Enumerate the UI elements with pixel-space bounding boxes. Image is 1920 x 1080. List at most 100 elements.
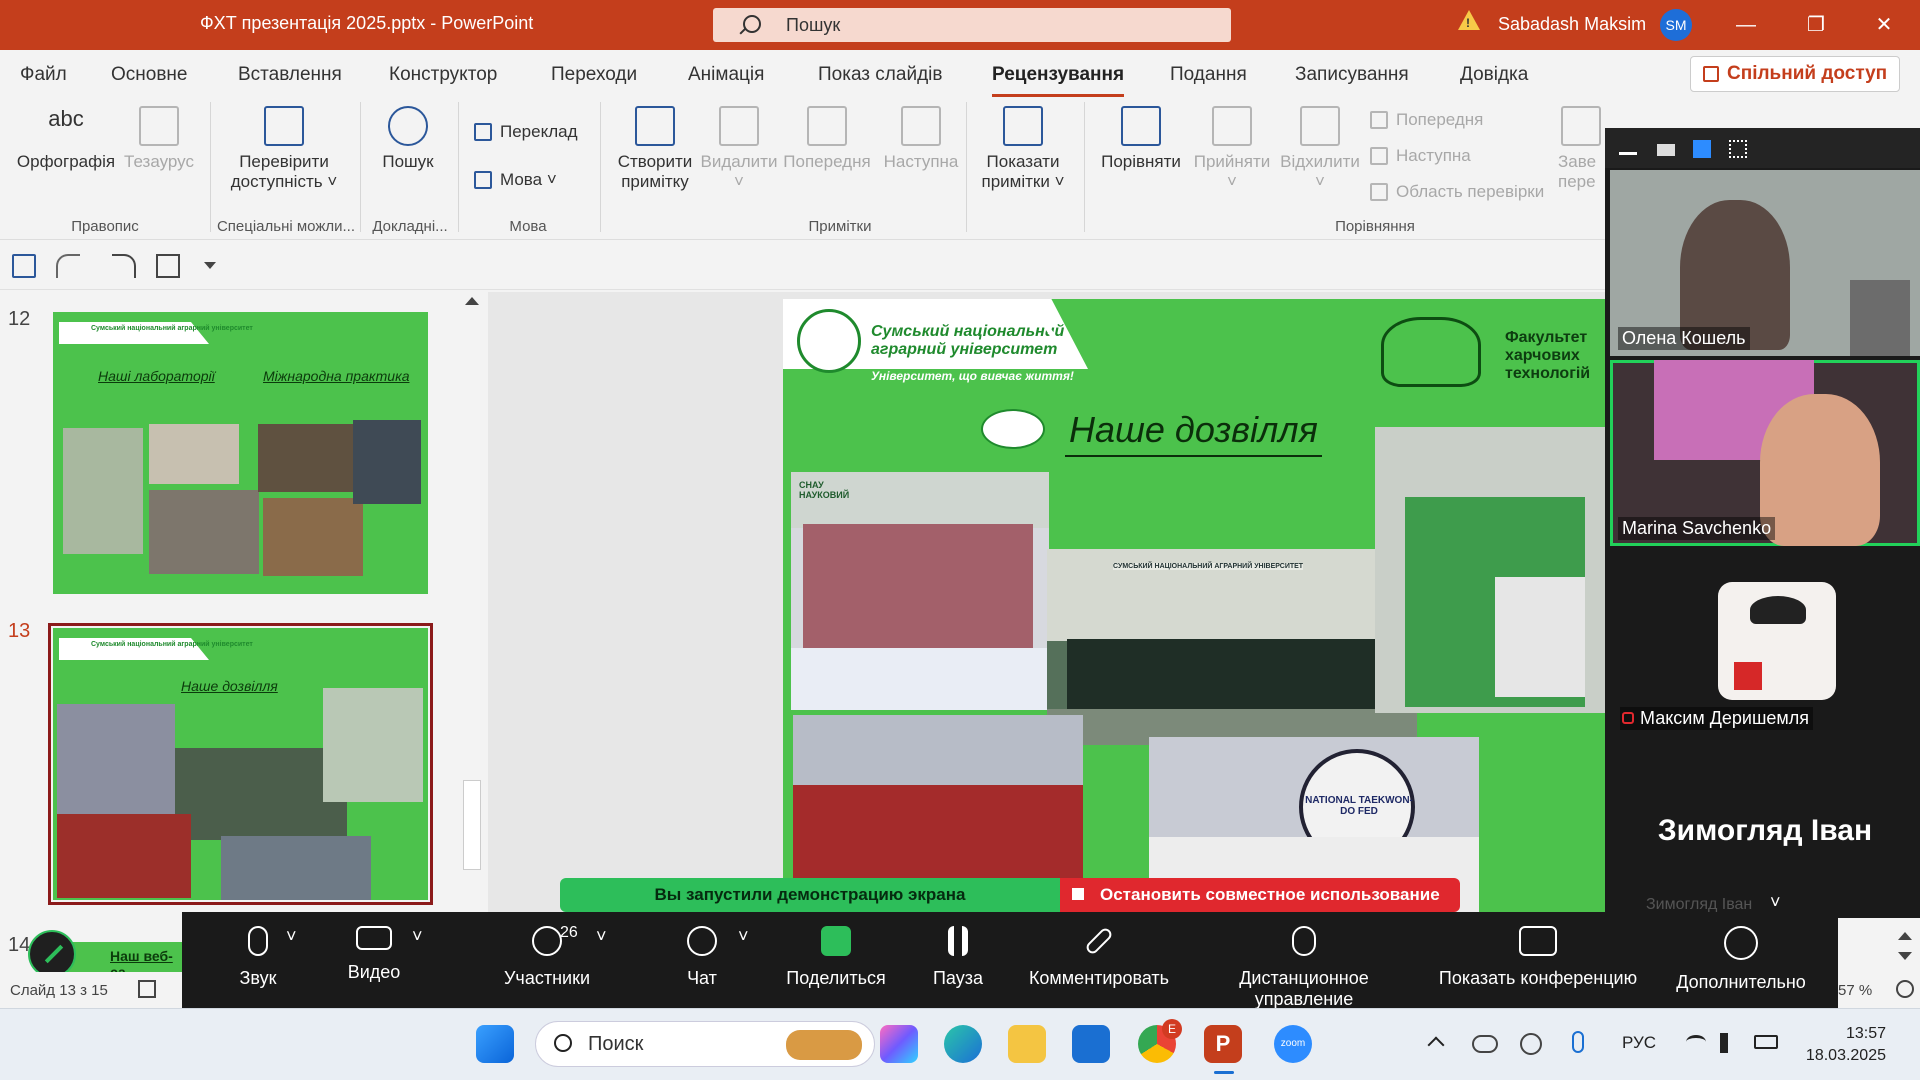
store-icon[interactable] (1072, 1025, 1110, 1063)
video-button[interactable]: Видео (332, 926, 416, 983)
warning-icon[interactable]: ! (1458, 10, 1480, 30)
minimize-view-icon[interactable] (1619, 152, 1637, 155)
participant-tile-4[interactable]: Зимогляд Іван Зимогляд Іван ˅ (1610, 740, 1920, 916)
reject-button[interactable]: Відхилити ˅ (1278, 106, 1362, 192)
spelling-button[interactable]: abc Орфографія (14, 106, 118, 172)
review-pane-button[interactable]: Область перевірки (1370, 182, 1544, 202)
copilot-icon[interactable] (880, 1025, 918, 1063)
tab-transitions[interactable]: Переходи (551, 64, 637, 86)
zoom-level[interactable]: 57 % (1838, 982, 1872, 999)
remote-control-button[interactable]: Дистанционное управление (1194, 926, 1414, 1010)
current-slide[interactable]: Сумський національний аграрний університ… (783, 299, 1605, 912)
stop-share-button[interactable]: Остановить совместное использование (1060, 878, 1460, 912)
cloud-icon[interactable] (1472, 1035, 1498, 1053)
show-comments-button[interactable]: Показати примітки ˅ (976, 106, 1070, 192)
pause-share-button[interactable]: Пауза (908, 926, 1008, 989)
gallery-view-icon[interactable] (1729, 140, 1747, 158)
scrollbar-thumb[interactable] (463, 780, 481, 870)
account-name[interactable]: Sabadash Maksim (1498, 14, 1646, 35)
share-button[interactable]: Спільний доступ (1690, 56, 1900, 92)
annotate-pen-icon[interactable] (28, 930, 76, 978)
slide-canvas: Сумський національний аграрний університ… (488, 292, 1605, 912)
search-box[interactable]: Пошук (713, 8, 1231, 42)
next-change-button[interactable]: Наступна (1370, 146, 1471, 166)
slideshow-start-icon[interactable] (156, 254, 180, 278)
group-accessibility: Спеціальні можли... (216, 218, 356, 235)
tab-design[interactable]: Конструктор (389, 64, 497, 86)
language-button[interactable]: Мова ˅ (474, 170, 557, 190)
tray-overflow-icon[interactable] (1427, 1036, 1445, 1054)
avatar[interactable]: SM (1660, 9, 1692, 41)
participants-button[interactable]: Участники (482, 926, 612, 989)
chat-button[interactable]: Чат (662, 926, 742, 989)
new-comment-button[interactable]: Створити примітку (612, 106, 698, 192)
audio-options-icon[interactable]: ˅ (286, 926, 297, 947)
delete-comment-button[interactable]: Видалити ˅ (700, 106, 778, 192)
input-language[interactable]: РУС (1622, 1033, 1656, 1053)
compare-button[interactable]: Порівняти (1096, 106, 1186, 172)
share-screen-button[interactable]: Поделиться (776, 926, 896, 989)
participant-tile-3[interactable]: Максим Деришемля (1610, 550, 1920, 736)
tab-record[interactable]: Записування (1295, 64, 1409, 86)
slide-thumbnail-13[interactable]: Сумський національний аграрний університ… (48, 623, 433, 905)
chat-options-icon[interactable]: ˅ (738, 926, 749, 947)
tab-review[interactable]: Рецензування (992, 64, 1125, 97)
check-accessibility-button[interactable]: Перевірити доступність ˅ (222, 106, 346, 192)
tab-file[interactable]: Файл (20, 64, 67, 86)
tab-slideshow[interactable]: Показ слайдів (818, 64, 942, 86)
sync-icon[interactable] (1520, 1033, 1542, 1055)
end-review-button[interactable]: Заве пере (1558, 106, 1604, 192)
tab-home[interactable]: Основне (111, 64, 188, 86)
scroll-up-icon[interactable] (465, 297, 479, 305)
next-comment-button[interactable]: Наступна (876, 106, 966, 172)
strip-view-icon[interactable] (1693, 140, 1711, 158)
group-insights: Докладні... (372, 218, 448, 235)
taskbar-search[interactable]: Поиск (535, 1021, 875, 1067)
accept-button[interactable]: Прийняти ˅ (1190, 106, 1274, 192)
chevron-down-icon[interactable]: ˅ (1770, 892, 1781, 913)
participants-options-icon[interactable]: ˅ (596, 926, 607, 947)
previous-change-button[interactable]: Попередня (1370, 110, 1483, 130)
microphone-in-use-icon[interactable] (1572, 1031, 1584, 1053)
restore-button[interactable]: ❐ (1796, 8, 1836, 42)
previous-comment-button[interactable]: Попередня (782, 106, 872, 172)
slides-scrollbar[interactable] (460, 292, 484, 872)
notes-icon[interactable] (138, 980, 156, 998)
scroll-down-icon[interactable] (1898, 952, 1912, 960)
windows-start-icon[interactable] (476, 1025, 514, 1063)
tab-animations[interactable]: Анімація (688, 64, 764, 86)
wifi-icon[interactable] (1686, 1035, 1706, 1049)
zoom-app-icon[interactable]: zoom (1274, 1025, 1312, 1063)
scroll-up-icon[interactable] (1898, 932, 1912, 940)
fit-slide-icon[interactable] (1896, 980, 1914, 998)
canvas-scroll-down[interactable] (1892, 922, 1918, 970)
tab-help[interactable]: Довідка (1460, 64, 1528, 86)
tab-insert[interactable]: Вставлення (238, 64, 342, 86)
share-screen-icon (821, 926, 851, 956)
file-explorer-icon[interactable] (1008, 1025, 1046, 1063)
slide-thumbnail-12[interactable]: Сумський національний аграрний університ… (53, 312, 428, 594)
powerpoint-icon[interactable]: P (1204, 1025, 1242, 1063)
redo-icon[interactable] (112, 254, 136, 278)
thesaurus-button[interactable]: Тезаурус (120, 106, 198, 172)
save-icon[interactable] (12, 254, 36, 278)
participant-tile-1[interactable]: Олена Кошель (1610, 170, 1920, 356)
participant-tile-2[interactable]: Marina Savchenko (1610, 360, 1920, 546)
search-ribbon-button[interactable]: Пошук (372, 106, 444, 172)
battery-icon[interactable] (1754, 1035, 1778, 1049)
tab-view[interactable]: Подання (1170, 64, 1247, 86)
chrome-icon[interactable]: E (1138, 1019, 1182, 1063)
volume-icon[interactable] (1720, 1033, 1740, 1053)
annotate-button[interactable]: Комментировать (1024, 926, 1174, 989)
minimize-button[interactable]: — (1726, 8, 1766, 42)
speaker-view-icon[interactable] (1657, 144, 1675, 156)
customize-qat-icon[interactable] (204, 262, 216, 269)
show-meeting-button[interactable]: Показать конференцию (1428, 926, 1648, 989)
taskbar-clock[interactable]: 13:57 18.03.2025 (1796, 1023, 1886, 1067)
edge-icon[interactable] (944, 1025, 982, 1063)
more-button[interactable]: Дополнительно (1676, 926, 1806, 993)
translate-button[interactable]: Переклад (474, 122, 578, 142)
video-options-icon[interactable]: ˅ (412, 926, 423, 947)
close-button[interactable]: ✕ (1864, 8, 1904, 42)
undo-icon[interactable] (56, 254, 80, 278)
